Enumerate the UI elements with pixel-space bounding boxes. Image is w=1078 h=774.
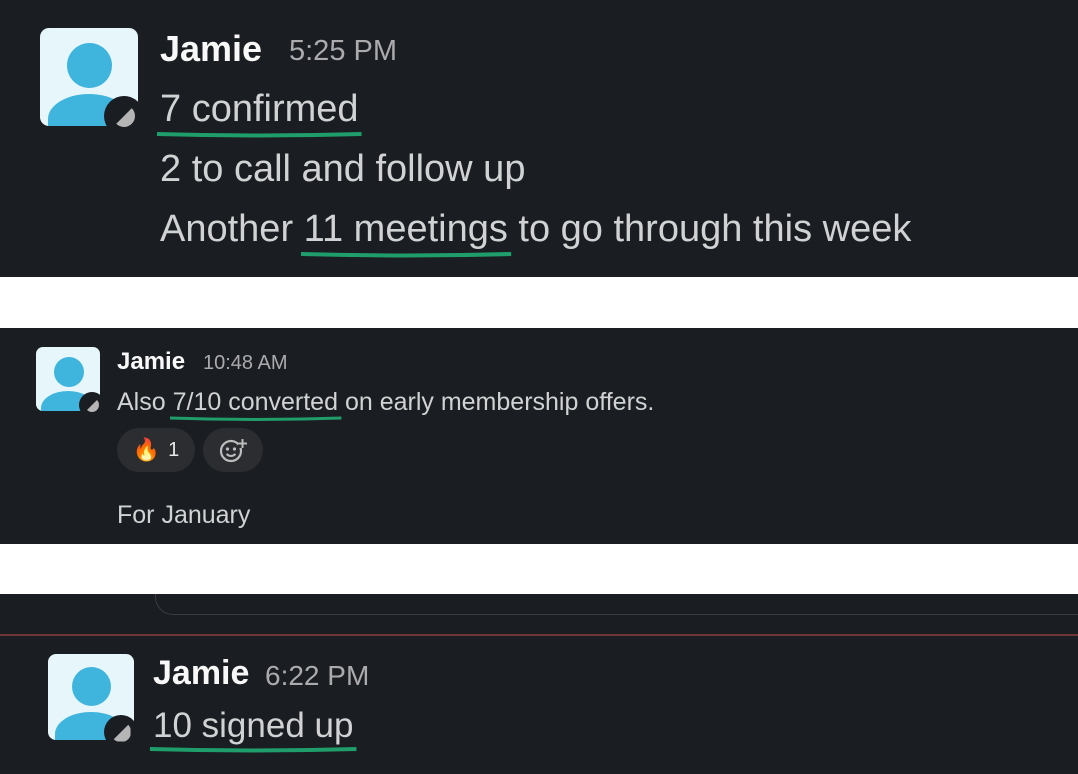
underline-mark	[150, 746, 356, 754]
author-name[interactable]: Jamie	[117, 348, 185, 376]
underline-mark	[170, 416, 341, 422]
timestamp[interactable]: 6:22 PM	[265, 660, 369, 692]
author-name[interactable]: Jamie	[153, 654, 249, 693]
message-panel-2: Jamie 10:48 AM Also 7/10 converted on ea…	[0, 328, 1078, 544]
message-panel-1: Jamie 5:25 PM 7 confirmed 2 to call and …	[0, 0, 1078, 277]
message-line: Also 7/10 converted on early membership …	[117, 388, 654, 417]
highlighted-text: 10 signed up	[153, 706, 353, 746]
message-line: 7 confirmed	[160, 88, 359, 131]
author-name[interactable]: Jamie	[160, 28, 262, 70]
highlighted-text: 11 meetings	[304, 208, 508, 251]
timestamp[interactable]: 10:48 AM	[203, 352, 288, 375]
highlighted-text: 7/10 converted	[173, 388, 338, 417]
message-line: 2 to call and follow up	[160, 148, 526, 190]
underline-mark	[301, 251, 511, 259]
fire-emoji-icon: 🔥	[132, 437, 161, 462]
composer-edge	[155, 594, 1078, 615]
reaction-count: 1	[168, 438, 180, 461]
followup-message: For January	[117, 501, 251, 529]
highlighted-text: 7 confirmed	[160, 88, 359, 131]
presence-status-icon	[104, 715, 138, 749]
reaction-pill[interactable]: 🔥 1	[117, 428, 195, 472]
message-line: Another 11 meetings to go through this w…	[160, 208, 911, 251]
add-reaction-icon	[219, 439, 247, 463]
message-panel-3: Jamie 6:22 PM 10 signed up	[0, 594, 1078, 774]
presence-status-icon	[104, 96, 144, 136]
new-messages-divider	[0, 634, 1078, 636]
timestamp[interactable]: 5:25 PM	[289, 35, 397, 68]
presence-status-icon	[79, 392, 105, 418]
add-reaction-button[interactable]	[203, 428, 263, 472]
message-line: 10 signed up	[153, 706, 353, 746]
underline-mark	[157, 131, 362, 139]
